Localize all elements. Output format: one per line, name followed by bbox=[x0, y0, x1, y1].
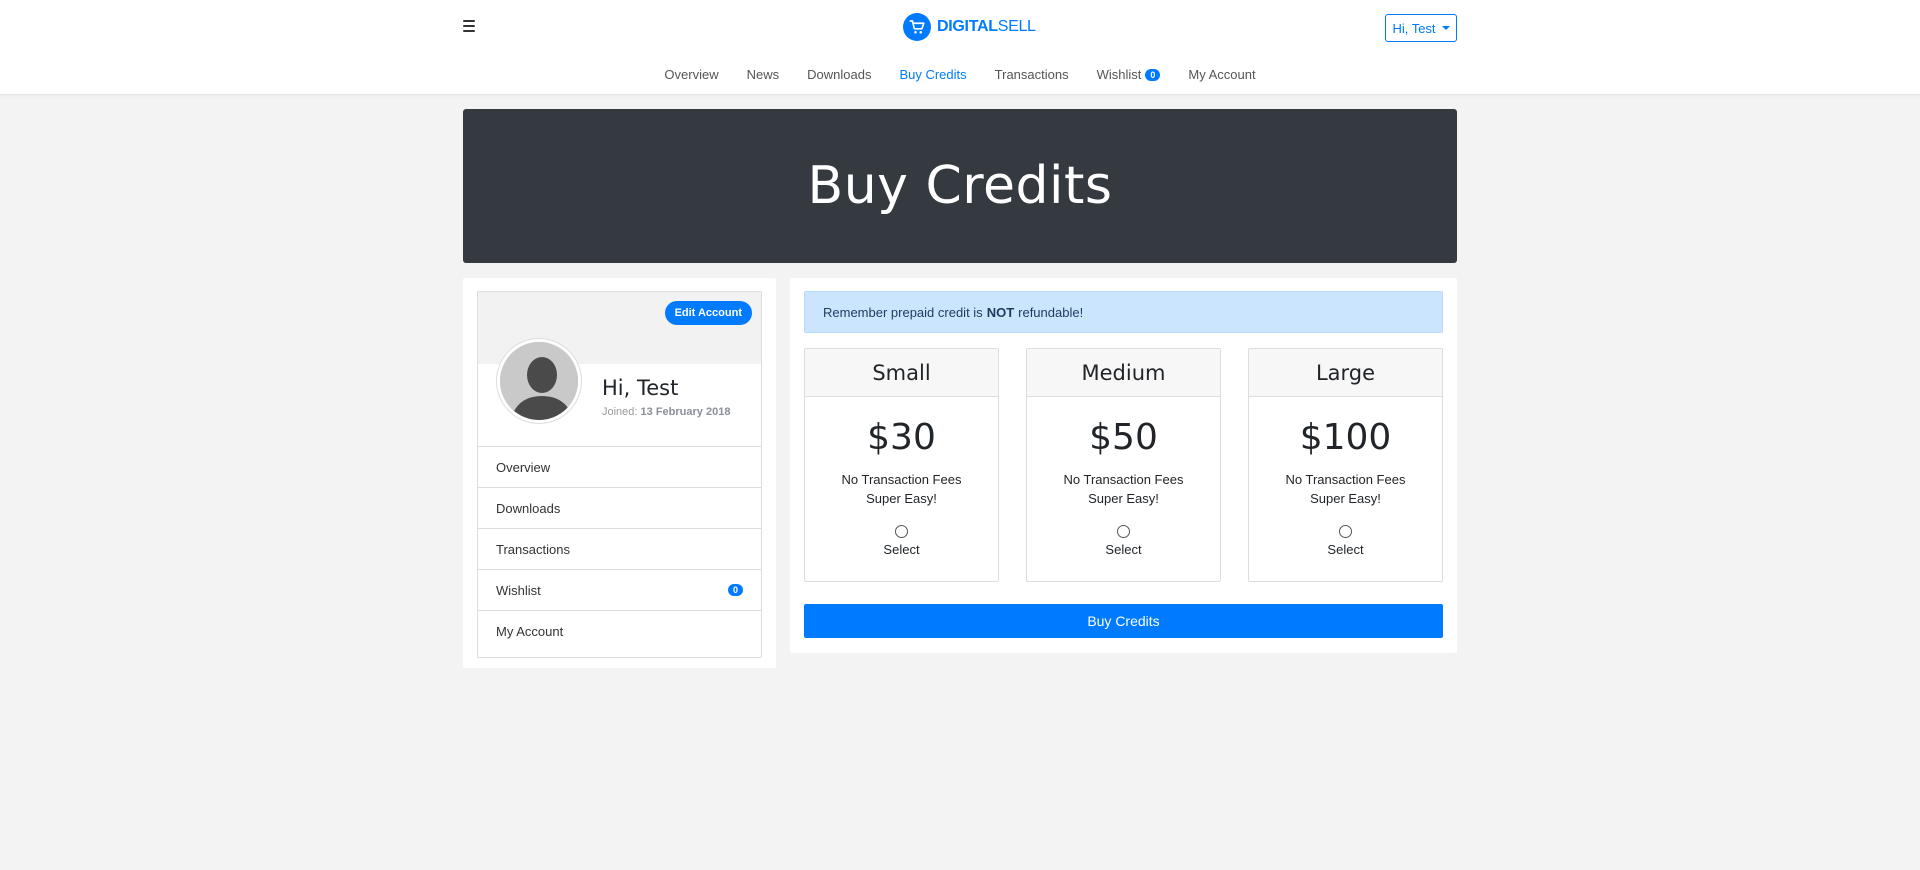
top-bar: DIGITALSELL Hi, Test Overview News Downl… bbox=[0, 0, 1920, 95]
brand-logo-link[interactable]: DIGITALSELL bbox=[903, 13, 1036, 41]
plan-name: Large bbox=[1249, 349, 1442, 397]
nav-wishlist[interactable]: Wishlist 0 bbox=[1083, 64, 1175, 86]
sidebar-item-label: Transactions bbox=[496, 541, 570, 557]
plan-select-radio-medium[interactable] bbox=[1117, 525, 1130, 538]
nav-my-account[interactable]: My Account bbox=[1174, 64, 1269, 86]
cart-icon bbox=[903, 13, 931, 41]
plan-name: Medium bbox=[1027, 349, 1220, 397]
sidebar-item-transactions[interactable]: Transactions bbox=[478, 528, 761, 569]
nav-overview[interactable]: Overview bbox=[650, 64, 732, 86]
brand-name-light: SELL bbox=[997, 18, 1036, 35]
nav-label: Buy Credits bbox=[899, 67, 967, 82]
plan-name: Small bbox=[805, 349, 998, 397]
nav-label: News bbox=[746, 67, 780, 82]
plan-price: $30 bbox=[867, 417, 936, 458]
sidebar-item-wishlist[interactable]: Wishlist 0 bbox=[478, 569, 761, 610]
sidebar-item-overview[interactable]: Overview bbox=[478, 446, 761, 487]
plan-card-medium: Medium $50 No Transaction Fees Super Eas… bbox=[1026, 348, 1221, 582]
plan-feature: No Transaction Fees bbox=[1063, 472, 1184, 487]
user-silhouette-icon bbox=[500, 342, 578, 420]
plan-select-label[interactable]: Select bbox=[805, 542, 998, 557]
brand-name: DIGITALSELL bbox=[937, 18, 1036, 36]
buy-credits-button[interactable]: Buy Credits bbox=[804, 604, 1443, 638]
sidebar-item-label: Overview bbox=[496, 459, 551, 475]
buy-credits-panel: Remember prepaid credit is NOT refundabl… bbox=[790, 278, 1457, 653]
joined-prefix: Joined: bbox=[602, 406, 638, 418]
plan-select-label[interactable]: Select bbox=[1027, 542, 1220, 557]
plan-select-radio-small[interactable] bbox=[895, 525, 908, 538]
nav-label: Overview bbox=[664, 67, 719, 82]
edit-account-button[interactable]: Edit Account bbox=[664, 301, 752, 325]
plan-card-large: Large $100 No Transaction Fees Super Eas… bbox=[1248, 348, 1443, 582]
nav-downloads[interactable]: Downloads bbox=[793, 64, 885, 86]
sidebar-item-label: Downloads bbox=[496, 500, 561, 516]
brand-name-bold: DIGITAL bbox=[937, 18, 998, 35]
nav-label: Downloads bbox=[807, 67, 872, 82]
wishlist-count-badge: 0 bbox=[728, 584, 743, 596]
alert-text-post: refundable! bbox=[1018, 304, 1084, 320]
sidebar-item-label: My Account bbox=[496, 623, 564, 639]
nav-news[interactable]: News bbox=[733, 64, 794, 86]
alert-text-strong: NOT bbox=[986, 304, 1015, 320]
nav-transactions[interactable]: Transactions bbox=[981, 64, 1083, 86]
plan-feature: Super Easy! bbox=[866, 491, 937, 506]
profile-joined: Joined: 13 February 2018 bbox=[602, 406, 730, 418]
joined-date: 13 February 2018 bbox=[640, 406, 731, 418]
alert-text-pre: Remember prepaid credit is bbox=[823, 304, 983, 320]
avatar bbox=[497, 339, 581, 423]
plan-feature: No Transaction Fees bbox=[1285, 472, 1406, 487]
nav-buy-credits[interactable]: Buy Credits bbox=[885, 64, 980, 86]
plan-feature: Super Easy! bbox=[1310, 491, 1381, 506]
nav-label: My Account bbox=[1188, 67, 1256, 82]
sidebar-menu: Overview Downloads Transactions Wishlist… bbox=[478, 446, 761, 651]
profile-card: Edit Account Hi, Test Joined: 13 Februar… bbox=[477, 291, 762, 658]
user-menu-dropdown[interactable]: Hi, Test bbox=[1385, 14, 1457, 42]
plan-price: $50 bbox=[1089, 417, 1158, 458]
caret-down-icon bbox=[1441, 26, 1450, 30]
main-nav: Overview News Downloads Buy Credits Tran… bbox=[0, 64, 1920, 86]
page-hero: Buy Credits bbox=[463, 109, 1457, 263]
sidebar-item-downloads[interactable]: Downloads bbox=[478, 487, 761, 528]
plan-select-radio-large[interactable] bbox=[1339, 525, 1352, 538]
plan-price: $100 bbox=[1299, 417, 1392, 458]
sidebar-item-label: Wishlist bbox=[496, 582, 541, 598]
credit-plans: Small $30 No Transaction Fees Super Easy… bbox=[804, 348, 1443, 582]
profile-name: Hi, Test bbox=[602, 376, 679, 400]
hamburger-menu-icon[interactable] bbox=[463, 20, 475, 32]
refund-alert: Remember prepaid credit is NOT refundabl… bbox=[804, 291, 1443, 333]
plan-feature: No Transaction Fees bbox=[841, 472, 962, 487]
plan-card-small: Small $30 No Transaction Fees Super Easy… bbox=[804, 348, 999, 582]
sidebar-item-my-account[interactable]: My Account bbox=[478, 610, 761, 651]
user-menu-label: Hi, Test bbox=[1392, 20, 1436, 36]
page-title: Buy Credits bbox=[807, 156, 1113, 216]
wishlist-count-badge: 0 bbox=[1145, 69, 1161, 81]
plan-select-label[interactable]: Select bbox=[1249, 542, 1442, 557]
nav-label: Wishlist bbox=[1096, 67, 1142, 82]
plan-feature: Super Easy! bbox=[1088, 491, 1159, 506]
sidebar-panel: Edit Account Hi, Test Joined: 13 Februar… bbox=[463, 278, 776, 668]
nav-label: Transactions bbox=[994, 67, 1069, 82]
